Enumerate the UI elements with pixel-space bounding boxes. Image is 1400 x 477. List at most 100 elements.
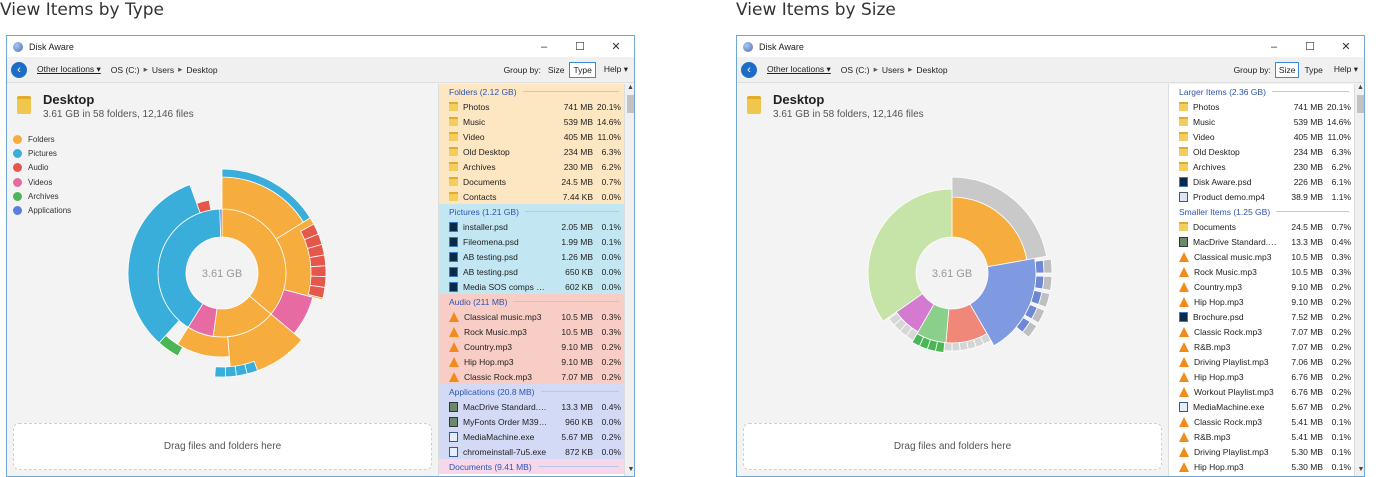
list-item[interactable]: MediaMachine.exe 5.67 MB 0.2%: [439, 429, 625, 444]
list-item[interactable]: R&B.mp3 7.07 MB 0.2%: [1169, 339, 1355, 354]
list-item[interactable]: Disk Aware.psd 226 MB 6.1%: [1169, 174, 1355, 189]
segment-music-file[interactable]: [1034, 259, 1045, 274]
list-item[interactable]: Driving Playlist.mp3 5.30 MB 0.1%: [1169, 444, 1355, 459]
list-item[interactable]: Video 405 MB 11.0%: [1169, 129, 1355, 144]
scrollbar[interactable]: ▲ ▼: [1354, 84, 1364, 476]
list-item[interactable]: Documents 24.5 MB 0.7%: [439, 174, 625, 189]
list-item[interactable]: MyFonts Order M3966713... 960 KB 0.0%: [439, 414, 625, 429]
segment-disk-aware-psd[interactable]: [867, 188, 953, 322]
list-item[interactable]: Music 539 MB 14.6%: [439, 114, 625, 129]
close-button[interactable]: ✕: [598, 40, 634, 53]
list-item[interactable]: MediaMachine.exe 5.67 MB 0.2%: [1169, 399, 1355, 414]
back-arrow-icon[interactable]: ‹: [11, 61, 27, 78]
list-item[interactable]: Documents 24.5 MB 0.7%: [1169, 219, 1355, 234]
group-by-type-option[interactable]: Type: [569, 61, 596, 78]
list-item[interactable]: Archives 230 MB 6.2%: [439, 159, 625, 174]
sunburst-chart[interactable]: 3.61 GB: [737, 84, 1168, 429]
folder-icon: [449, 162, 458, 171]
breadcrumb-item-users[interactable]: Users: [152, 65, 174, 75]
list-item[interactable]: Rock Music.mp3 10.5 MB 0.3%: [1169, 264, 1355, 279]
list-item[interactable]: Photos 741 MB 20.1%: [439, 99, 625, 114]
group-by-type-option[interactable]: Type: [1301, 63, 1325, 77]
list-item[interactable]: Workout Playlist.mp3 6.76 MB 0.2%: [1169, 384, 1355, 399]
breadcrumb-item-desktop[interactable]: Desktop: [186, 65, 217, 75]
drop-zone[interactable]: Drag files and folders here: [743, 423, 1162, 470]
scroll-up-icon[interactable]: ▲: [625, 84, 634, 94]
list-item[interactable]: R&B.mp3 5.41 MB 0.1%: [1169, 429, 1355, 444]
list-item[interactable]: Rock Music.mp3 10.5 MB 0.3%: [439, 324, 625, 339]
list-group-header[interactable]: Documents (9.41 MB): [439, 459, 625, 474]
breadcrumb-item-desktop[interactable]: Desktop: [916, 65, 947, 75]
list-item[interactable]: Classical music.mp3 10.5 MB 0.3%: [1169, 249, 1355, 264]
list-item[interactable]: Old Desktop 234 MB 6.3%: [439, 144, 625, 159]
list-item[interactable]: Driving Playlist.mp3 7.06 MB 0.2%: [1169, 354, 1355, 369]
list-item[interactable]: Hip Hop.mp3 5.30 MB 0.1%: [1169, 459, 1355, 474]
scrollbar[interactable]: ▲ ▼: [624, 84, 634, 476]
segment-audio-file[interactable]: [309, 254, 327, 268]
list-item[interactable]: Classic Rock.mp3 7.07 MB 0.2%: [1169, 324, 1355, 339]
sunburst-chart[interactable]: 3.61 GB: [7, 84, 438, 429]
list-item[interactable]: Media SOS comps 001.psd 602 KB 0.0%: [439, 279, 625, 294]
list-item[interactable]: AB testing.psd 650 KB 0.0%: [439, 264, 625, 279]
list-group-header[interactable]: Pictures (1.21 GB): [439, 204, 625, 219]
list-item[interactable]: Product demo.mp4 38.9 MB 1.1%: [1169, 189, 1355, 204]
maximize-button[interactable]: ☐: [562, 40, 598, 53]
segment-audio-file[interactable]: [310, 265, 327, 278]
list-group-header[interactable]: Larger Items (2.36 GB): [1169, 84, 1355, 99]
list-item[interactable]: Video 405 MB 11.0%: [439, 129, 625, 144]
group-by-size-option[interactable]: Size: [1274, 61, 1300, 78]
segment-video-file[interactable]: [943, 342, 953, 352]
segment-pictures-file[interactable]: [234, 363, 248, 377]
list-item[interactable]: Hip Hop.mp3 6.76 MB 0.2%: [1169, 369, 1355, 384]
scroll-down-icon[interactable]: ▼: [1355, 466, 1364, 476]
segment-video-file[interactable]: [951, 342, 961, 352]
other-locations-menu[interactable]: Other locations ▾: [37, 64, 101, 75]
back-arrow-icon[interactable]: ‹: [741, 61, 757, 78]
scroll-thumb[interactable]: [1357, 95, 1364, 113]
maximize-button[interactable]: ☐: [1292, 40, 1328, 53]
breadcrumb-item-drive[interactable]: OS (C:): [841, 65, 870, 75]
close-button[interactable]: ✕: [1328, 40, 1364, 53]
drop-zone[interactable]: Drag files and folders here: [13, 423, 432, 470]
list-item[interactable]: Archives 230 MB 6.2%: [1169, 159, 1355, 174]
minimize-button[interactable]: –: [526, 41, 562, 53]
minimize-button[interactable]: –: [1256, 41, 1292, 53]
segment-music-small[interactable]: [1042, 275, 1053, 291]
list-item[interactable]: Brochure.psd 7.52 MB 0.2%: [1169, 309, 1355, 324]
segment-video-file[interactable]: [958, 340, 969, 352]
segment-pictures-file[interactable]: [224, 365, 237, 378]
list-item[interactable]: installer.psd 2.05 MB 0.1%: [439, 219, 625, 234]
breadcrumb-item-users[interactable]: Users: [882, 65, 904, 75]
list-item[interactable]: Country.mp3 9.10 MB 0.2%: [1169, 279, 1355, 294]
list-item[interactable]: Old Desktop 234 MB 6.3%: [1169, 144, 1355, 159]
list-item[interactable]: Hip Hop.mp3 9.10 MB 0.2%: [439, 354, 625, 369]
list-item[interactable]: Fileomena.psd 1.99 MB 0.1%: [439, 234, 625, 249]
segment-pictures-file[interactable]: [214, 366, 227, 378]
list-group-header[interactable]: Folders (2.12 GB): [439, 84, 625, 99]
list-item[interactable]: Music 539 MB 14.6%: [1169, 114, 1355, 129]
list-group-header[interactable]: Smaller Items (1.25 GB): [1169, 204, 1355, 219]
group-by-size-option[interactable]: Size: [545, 63, 568, 77]
scroll-up-icon[interactable]: ▲: [1355, 84, 1364, 94]
list-group-header[interactable]: Audio (211 MB): [439, 294, 625, 309]
breadcrumb-item-drive[interactable]: OS (C:): [111, 65, 140, 75]
list-item[interactable]: MacDrive Standard.msi 13.3 MB 0.4%: [439, 399, 625, 414]
breadcrumb: OS (C:) ▸ Users ▸ Desktop: [840, 64, 948, 75]
list-item[interactable]: AB testing.psd 1.26 MB 0.0%: [439, 249, 625, 264]
list-item[interactable]: Classic Rock.mp3 7.07 MB 0.2%: [439, 369, 625, 384]
list-item[interactable]: Hip Hop.mp3 9.10 MB 0.2%: [1169, 294, 1355, 309]
scroll-thumb[interactable]: [627, 95, 634, 113]
help-menu[interactable]: Help ▾: [1334, 64, 1358, 75]
list-item[interactable]: chromeinstall-7u5.exe 872 KB 0.0%: [439, 444, 625, 459]
segment-music-small[interactable]: [1042, 258, 1053, 274]
list-item[interactable]: Country.mp3 9.10 MB 0.2%: [439, 339, 625, 354]
list-item[interactable]: Classical music.mp3 10.5 MB 0.3%: [439, 309, 625, 324]
scroll-down-icon[interactable]: ▼: [625, 466, 634, 476]
list-item[interactable]: Contacts 7.44 KB 0.0%: [439, 189, 625, 204]
list-item[interactable]: Photos 741 MB 20.1%: [1169, 99, 1355, 114]
list-item[interactable]: Classic Rock.mp3 5.41 MB 0.1%: [1169, 414, 1355, 429]
other-locations-menu[interactable]: Other locations ▾: [767, 64, 831, 75]
list-group-header[interactable]: Applications (20.8 MB): [439, 384, 625, 399]
list-item[interactable]: MacDrive Standard.msi 13.3 MB 0.4%: [1169, 234, 1355, 249]
help-menu[interactable]: Help ▾: [604, 64, 628, 75]
